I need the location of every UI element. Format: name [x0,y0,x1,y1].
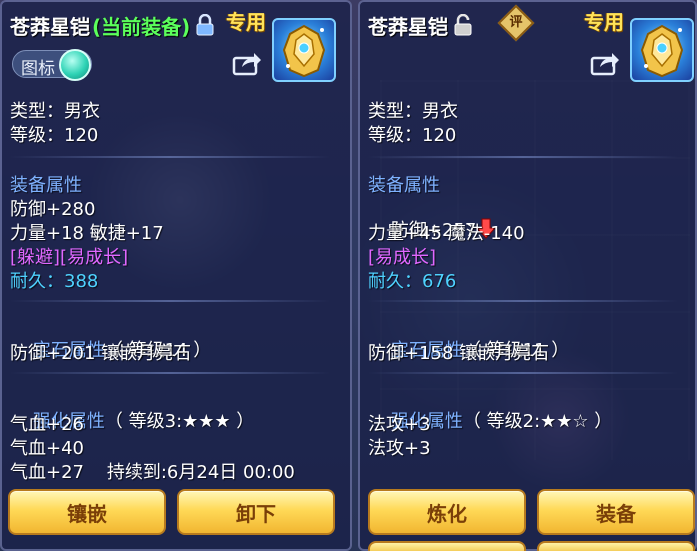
refine-button[interactable]: 炼化 [368,489,526,535]
equipped-note: (当前装备) [92,14,191,39]
rate-badge-label: 评 [509,15,523,30]
gem-effect: 防御+158 镶嵌月亮石 [368,343,550,364]
item-name: 苍莽星铠 [10,14,90,39]
equip-button[interactable]: 装备 [537,489,695,535]
compare-item-panel: 苍莽星铠 专用 类型：男衣 等级：120 装备属性 防御+257 力量+45 魔… [358,0,697,551]
unequip-button[interactable]: 卸下 [177,489,335,535]
item-level: 等级：120 [10,125,99,146]
enhance-line: 气血+26 [10,414,84,435]
item-level: 等级：120 [368,125,457,146]
item-type: 类型：男衣 [10,101,100,122]
item-title-row: 苍莽星铠 [368,10,472,40]
inlay-button[interactable]: 镶嵌 [8,489,166,535]
more-button[interactable] [368,541,526,551]
gem-effect: 防御+201 镶嵌月亮石 [10,343,192,364]
enhance-level: （ 等级2:★★☆ ） [462,411,613,432]
divider [368,156,678,158]
equipped-item-panel: 苍莽星铠 (当前装备) 专用 图标 类型：男衣 等级：120 装备属性 防御+2… [0,0,352,551]
special-effect: [躲避][易成长] [10,247,129,268]
lock-closed-icon[interactable] [196,14,214,36]
enhance-line: 气血+27 持续到:6月24日 00:00 [10,462,295,483]
icon-toggle[interactable]: 图标 [12,49,92,81]
enhance-line: 法攻+3 [368,414,431,435]
toggle-label: 图标 [21,59,55,79]
armor-icon[interactable] [630,18,694,82]
divider [368,372,678,374]
enhance-line: 气血+40 [10,438,84,459]
item-title-row: 苍莽星铠 (当前装备) [10,10,214,40]
enhance-line: 法攻+3 [368,438,431,459]
more-button[interactable] [537,541,695,551]
share-icon[interactable] [590,50,620,76]
enhance-level: （ 等级3:★★★ ） [104,411,255,432]
divider [368,300,678,302]
lock-open-icon[interactable] [454,14,472,36]
exclusive-tag: 专用 [226,10,266,34]
divider [10,300,330,302]
exclusive-tag: 专用 [584,10,624,34]
item-name: 苍莽星铠 [368,14,448,39]
base-stats: 力量+45 魔法-140 [368,223,525,244]
equip-attr-title: 装备属性 [368,175,440,196]
durability: 耐久：388 [10,271,99,292]
durability: 耐久：676 [368,271,457,292]
defense-stat: 防御+280 [10,199,96,220]
special-effect: [易成长] [368,247,437,268]
armor-icon[interactable] [272,18,336,82]
equip-attr-title: 装备属性 [10,175,82,196]
divider [10,156,330,158]
share-icon[interactable] [232,50,262,76]
divider [10,372,330,374]
item-type: 类型：男衣 [368,101,458,122]
toggle-knob [59,49,91,81]
base-stats: 力量+18 敏捷+17 [10,223,164,244]
